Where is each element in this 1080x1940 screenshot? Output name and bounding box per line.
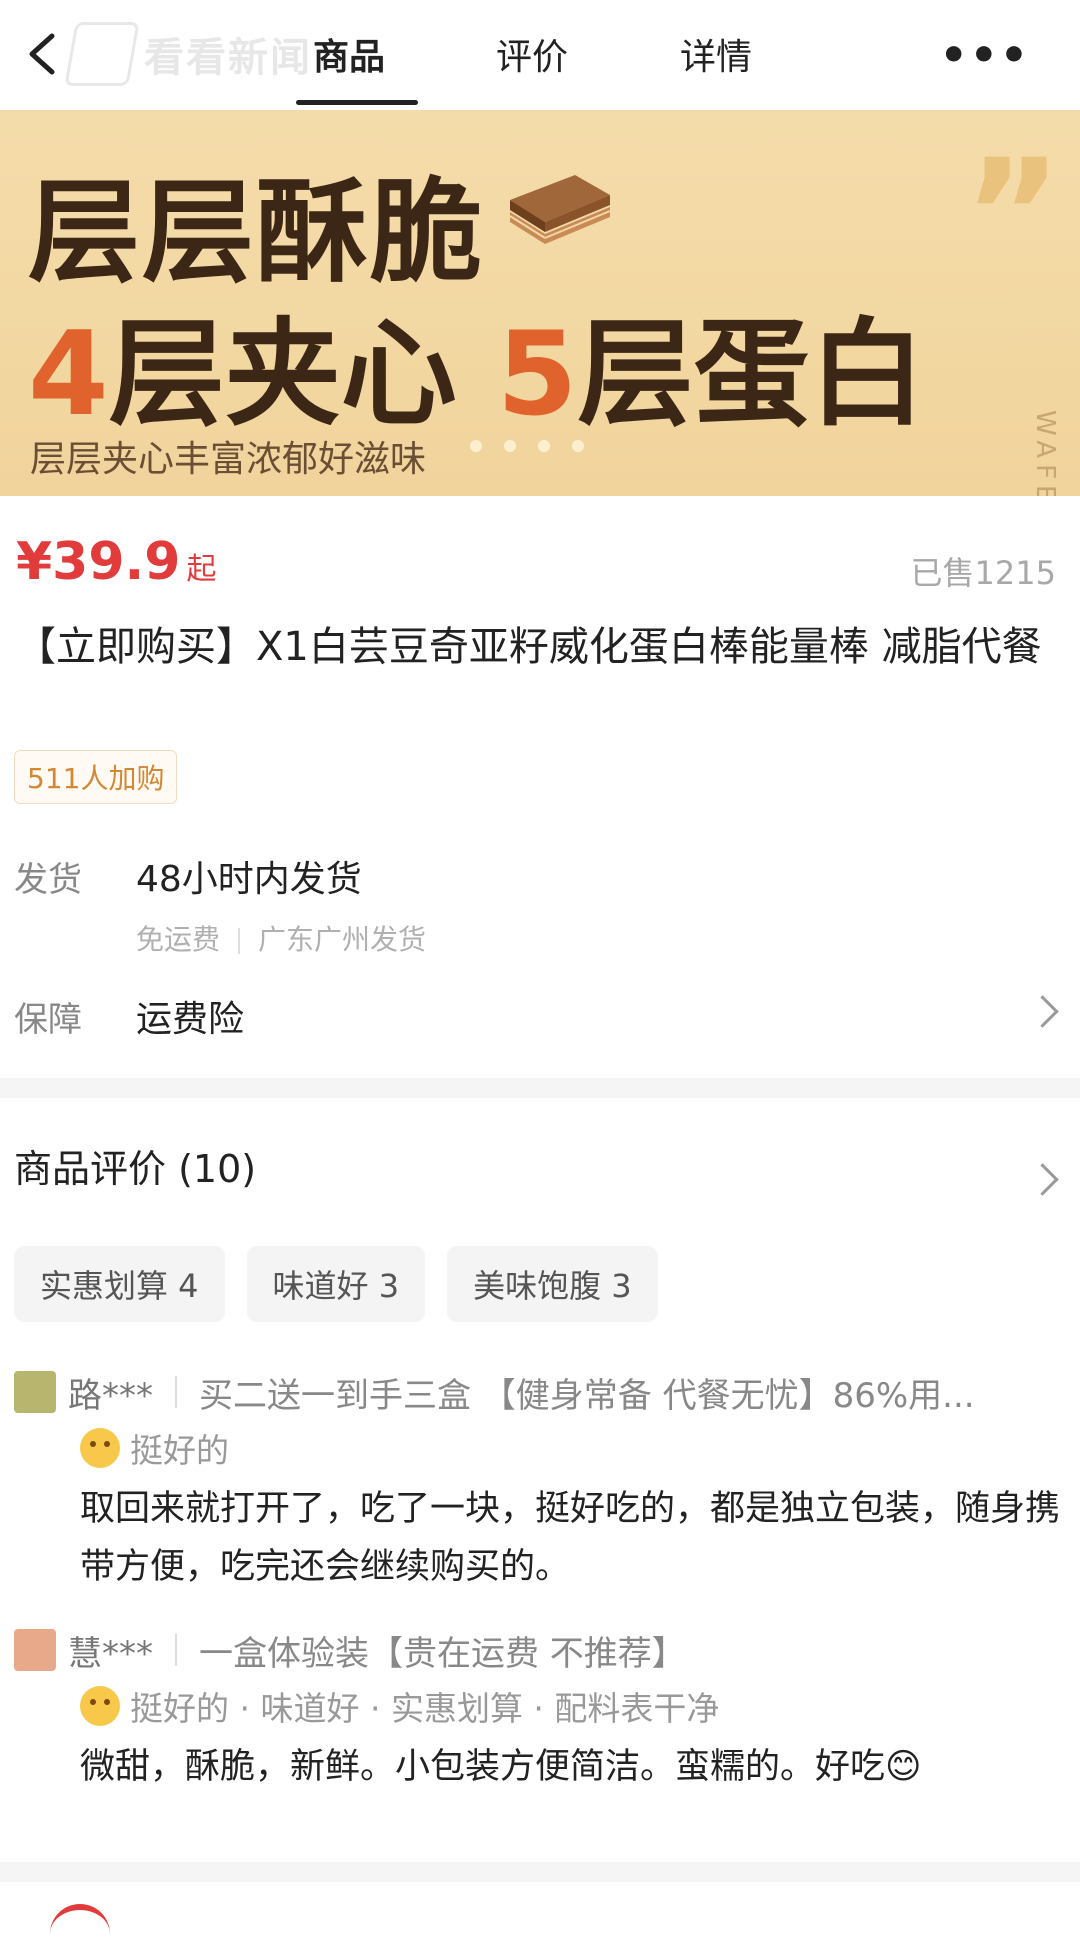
review-tag[interactable]: 实惠划算 4 xyxy=(14,1246,225,1322)
watermark: 看看新闻 xyxy=(64,22,312,86)
carousel-dot xyxy=(538,440,550,452)
watermark-text: 看看新闻 xyxy=(144,35,312,81)
avatar xyxy=(14,1629,56,1671)
banner-number-5: 5 xyxy=(496,307,578,442)
shipping-label: 发货 xyxy=(14,860,82,900)
guarantee-label: 保障 xyxy=(14,1000,82,1040)
price-value: ¥39.9 xyxy=(16,532,181,592)
banner-text-protein: 层蛋白 xyxy=(577,307,926,442)
reviews-header[interactable]: 商品评价 (10) xyxy=(14,1138,256,1193)
sold-count: 已售1215 xyxy=(910,554,1056,592)
avatar xyxy=(14,1371,56,1413)
banner-subheadline: 4层夹心 5层蛋白 xyxy=(28,280,925,448)
section-divider xyxy=(0,1862,1080,1882)
active-tab-indicator xyxy=(296,100,418,105)
shipping-value: 48小时内发货 xyxy=(136,859,362,900)
top-nav-bar: 看看新闻 商品 评价 详情 ••• xyxy=(0,0,1080,110)
watermark-logo-icon xyxy=(64,22,140,86)
shipping-fee: 免运费 xyxy=(136,923,221,956)
rating-text: 挺好的 xyxy=(130,1431,229,1470)
back-arrow-icon[interactable] xyxy=(18,26,68,82)
shipping-origin: 广东广州发货 xyxy=(258,923,427,956)
price-suffix: 起 xyxy=(186,552,217,587)
divider xyxy=(175,1376,177,1408)
shipping-details: 免运费 广东广州发货 xyxy=(136,918,426,958)
guarantee-chevron-right-icon[interactable] xyxy=(1026,995,1059,1028)
reviews-chevron-right-icon[interactable] xyxy=(1026,1163,1059,1196)
wafer-icon xyxy=(509,175,611,244)
banner-number-4: 4 xyxy=(28,307,109,442)
more-options-icon[interactable]: ••• xyxy=(940,30,1030,81)
divider xyxy=(175,1634,177,1666)
tab-product[interactable]: 商品 xyxy=(313,28,385,80)
guarantee-value[interactable]: 运费险 xyxy=(136,990,244,1042)
rating-text: 挺好的 · 味道好 · 实惠划算 · 配料表干净 xyxy=(130,1689,720,1728)
product-banner[interactable]: 层层酥脆 4层夹心 5层蛋白 层层夹心丰富浓郁好滋味 ” WAFER xyxy=(0,110,1080,496)
review-rating: 挺好的 · 味道好 · 实惠划算 · 配料表干净 xyxy=(80,1682,1064,1730)
review-tags: 实惠划算 4 味道好 3 美味饱腹 3 xyxy=(14,1246,658,1322)
next-section-icon xyxy=(50,1904,110,1940)
smiley-icon xyxy=(80,1428,120,1468)
review-meta: 慧*** 一盒体验装【贵在运费 不推荐】 xyxy=(14,1628,1064,1674)
review-tag[interactable]: 味道好 3 xyxy=(246,1246,426,1322)
quote-mark-icon: ” xyxy=(963,128,1062,302)
tab-reviews[interactable]: 评价 xyxy=(496,28,568,80)
banner-subtitle: 层层夹心丰富浓郁好滋味 xyxy=(30,439,427,480)
banner-side-text: WAFER xyxy=(1030,410,1060,496)
review-meta: 路*** 买二送一到手三盒 【健身常备 代餐无忧】86%用... xyxy=(14,1370,1064,1416)
review-username: 慧*** xyxy=(68,1633,153,1674)
review-rating: 挺好的 xyxy=(80,1424,1064,1472)
carousel-dot xyxy=(470,440,482,452)
review-tag[interactable]: 美味饱腹 3 xyxy=(447,1246,658,1322)
review-text: 微甜，酥脆，新鲜。小包装方便简洁。蛮糯的。好吃😊 xyxy=(80,1747,922,1787)
carousel-dot xyxy=(572,440,584,452)
tab-details[interactable]: 详情 xyxy=(680,28,752,80)
cart-count-badge: 511人加购 xyxy=(14,750,178,804)
product-price: ¥39.9 起 xyxy=(16,532,216,592)
banner-text-filling: 层夹心 xyxy=(108,307,457,442)
review-spec: 买二送一到手三盒 【健身常备 代餐无忧】86%用... xyxy=(199,1375,975,1416)
carousel-dots xyxy=(470,440,584,452)
review-item[interactable]: 路*** 买二送一到手三盒 【健身常备 代餐无忧】86%用... 挺好的 取回来… xyxy=(14,1370,1064,1596)
carousel-dot xyxy=(504,440,516,452)
product-title: 【立即购买】X1白芸豆奇亚籽威化蛋白棒能量棒 减脂代餐 xyxy=(16,624,1042,670)
review-spec: 一盒体验装【贵在运费 不推荐】 xyxy=(199,1633,686,1674)
review-text: 取回来就打开了，吃了一块，挺好吃的，都是独立包装，随身携带方便，吃完还会继续购买… xyxy=(80,1489,1061,1587)
review-item[interactable]: 慧*** 一盒体验装【贵在运费 不推荐】 挺好的 · 味道好 · 实惠划算 · … xyxy=(14,1628,1064,1796)
review-username: 路*** xyxy=(68,1375,153,1416)
section-divider xyxy=(0,1078,1080,1098)
divider xyxy=(238,928,241,954)
smiley-icon xyxy=(80,1686,120,1726)
